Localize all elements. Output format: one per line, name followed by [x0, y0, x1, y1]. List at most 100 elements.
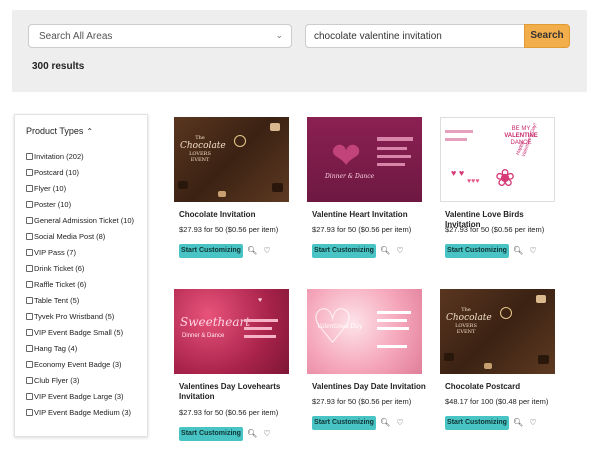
filter-option[interactable]: Poster (10) [26, 196, 148, 212]
start-customizing-button[interactable]: Start Customizing [179, 427, 243, 441]
checkbox[interactable] [26, 408, 33, 416]
filter-option[interactable]: Tyvek Pro Wristband (5) [26, 308, 148, 324]
product-thumbnail[interactable]: Sweetheart Dinner & Dance ♥ [174, 289, 289, 374]
product-card[interactable]: The Chocolate LOVERS EVENT Chocolate Inv… [174, 117, 289, 258]
checkbox[interactable] [26, 264, 33, 272]
filter-option[interactable]: VIP Event Badge Small (5) [26, 324, 148, 340]
heart-icon[interactable]: ♡ [528, 418, 538, 428]
product-price: $27.93 for 50 ($0.56 per item) [179, 225, 279, 234]
chocolate-piece [272, 183, 283, 192]
magnifier-icon[interactable]: 🔍︎ [380, 246, 390, 256]
filter-option[interactable]: Invitation (202) [26, 148, 148, 164]
product-card[interactable]: ❤ Dinner & Dance Valentine Heart Invitat… [307, 117, 422, 258]
filter-label: Drink Ticket (6) [34, 263, 85, 273]
product-thumbnail[interactable]: BE MY VALENTINE DANCE ♥ ♥ ♥♥♥ ❀ Happy Va… [440, 117, 555, 202]
heart-icon[interactable]: ♡ [262, 429, 272, 439]
search-input[interactable]: chocolate valentine invitation [305, 24, 525, 48]
checkbox[interactable] [26, 152, 33, 160]
filter-option[interactable]: Table Tent (5) [26, 292, 148, 308]
heart-icon[interactable]: ♡ [528, 246, 538, 256]
hearts-graphic: ♥♥♥ [467, 178, 480, 185]
filter-label: Poster (10) [34, 199, 72, 209]
filter-option[interactable]: Hang Tag (4) [26, 340, 148, 356]
magnifier-icon[interactable]: 🔍︎ [513, 246, 523, 256]
text-line [244, 335, 276, 338]
product-card[interactable]: Sweetheart Dinner & Dance ♥ Valentines D… [174, 289, 289, 441]
product-price: $27.93 for 50 ($0.56 per item) [179, 408, 279, 417]
product-title[interactable]: Chocolate Invitation [179, 210, 294, 220]
filter-label: Social Media Post (8) [34, 231, 106, 241]
magnifier-icon[interactable]: 🔍︎ [247, 246, 257, 256]
checkbox[interactable] [26, 360, 33, 368]
product-card[interactable]: BE MY VALENTINE DANCE ♥ ♥ ♥♥♥ ❀ Happy Va… [440, 117, 555, 258]
start-customizing-button[interactable]: Start Customizing [445, 416, 509, 430]
text-line [377, 163, 405, 166]
thumb-text-line: Sweetheart [180, 315, 251, 329]
magnifier-icon[interactable]: 🔍︎ [247, 429, 257, 439]
product-thumbnail[interactable]: ❤ Dinner & Dance [307, 117, 422, 202]
checkbox[interactable] [26, 168, 33, 176]
badge-ornament [234, 135, 246, 147]
filter-panel: Product Types ⌃ Invitation (202) Postcard… [14, 114, 148, 437]
heart-icon[interactable]: ♡ [395, 418, 405, 428]
start-customizing-button[interactable]: Start Customizing [312, 244, 376, 258]
start-customizing-button[interactable]: Start Customizing [445, 244, 509, 258]
product-card[interactable]: ♡ Valentines Day Valentines Day Date Inv… [307, 289, 426, 430]
filter-option[interactable]: Flyer (10) [26, 180, 148, 196]
filter-list: Invitation (202) Postcard (10) Flyer (10… [26, 148, 148, 420]
heart-icon[interactable]: ♡ [262, 246, 272, 256]
filter-label: Club Flyer (3) [34, 375, 80, 385]
product-title[interactable]: Chocolate Postcard [445, 382, 560, 392]
product-price: $27.93 for 50 ($0.56 per item) [445, 225, 545, 234]
thumb-text-line: LOVERS EVENT [455, 323, 477, 335]
checkbox[interactable] [26, 200, 33, 208]
filter-option[interactable]: VIP Event Badge Medium (3) [26, 404, 148, 420]
start-customizing-button[interactable]: Start Customizing [312, 416, 376, 430]
checkbox[interactable] [26, 328, 33, 336]
checkbox[interactable] [26, 280, 33, 288]
filter-label: Table Tent (5) [34, 295, 80, 305]
checkbox[interactable] [26, 232, 33, 240]
filter-option[interactable]: Drink Ticket (6) [26, 260, 148, 276]
checkbox[interactable] [26, 392, 33, 400]
checkbox[interactable] [26, 312, 33, 320]
checkbox[interactable] [26, 248, 33, 256]
area-select-label: Search All Areas [39, 31, 113, 42]
filter-option[interactable]: VIP Event Badge Large (3) [26, 388, 148, 404]
filter-option[interactable]: Raffle Ticket (6) [26, 276, 148, 292]
filter-option[interactable]: VIP Pass (7) [26, 244, 148, 260]
product-types-toggle[interactable]: Product Types ⌃ [26, 126, 93, 136]
checkbox[interactable] [26, 344, 33, 352]
chevron-down-icon: ⌄ [275, 30, 283, 40]
filter-option[interactable]: Postcard (10) [26, 164, 148, 180]
magnifier-icon[interactable]: 🔍︎ [513, 418, 523, 428]
product-thumbnail[interactable]: The Chocolate LOVERS EVENT [440, 289, 555, 374]
text-line [377, 147, 407, 150]
checkbox[interactable] [26, 184, 33, 192]
checkbox[interactable] [26, 376, 33, 384]
filter-option[interactable]: Club Flyer (3) [26, 372, 148, 388]
checkbox[interactable] [26, 216, 33, 224]
product-title[interactable]: Valentines Day Lovehearts Invitation [179, 382, 294, 402]
product-thumbnail[interactable]: ♡ Valentines Day [307, 289, 422, 374]
product-card[interactable]: The Chocolate LOVERS EVENT Chocolate Pos… [440, 289, 555, 430]
thumbnail-text: The Chocolate LOVERS EVENT [180, 135, 226, 163]
checkbox[interactable] [26, 296, 33, 304]
magnifier-icon[interactable]: 🔍︎ [380, 418, 390, 428]
filter-label: VIP Event Badge Large (3) [34, 391, 124, 401]
search-button[interactable]: Search [524, 24, 570, 48]
start-customizing-button[interactable]: Start Customizing [179, 244, 243, 258]
filter-option[interactable]: General Admission Ticket (10) [26, 212, 148, 228]
product-thumbnail[interactable]: The Chocolate LOVERS EVENT [174, 117, 289, 202]
heart-graphic: ❤ [331, 135, 362, 176]
heart-icon[interactable]: ♡ [395, 246, 405, 256]
filter-option[interactable]: Social Media Post (8) [26, 228, 148, 244]
text-line [377, 311, 411, 314]
filter-label: General Admission Ticket (10) [34, 215, 135, 225]
product-title[interactable]: Valentine Heart Invitation [312, 210, 427, 220]
product-title[interactable]: Valentines Day Date Invitation [312, 382, 427, 392]
thumb-text-line: Valentines Day [317, 323, 363, 330]
filter-label: VIP Event Badge Medium (3) [34, 407, 131, 417]
area-select[interactable]: Search All Areas ⌄ [28, 24, 292, 48]
filter-option[interactable]: Economy Event Badge (3) [26, 356, 148, 372]
